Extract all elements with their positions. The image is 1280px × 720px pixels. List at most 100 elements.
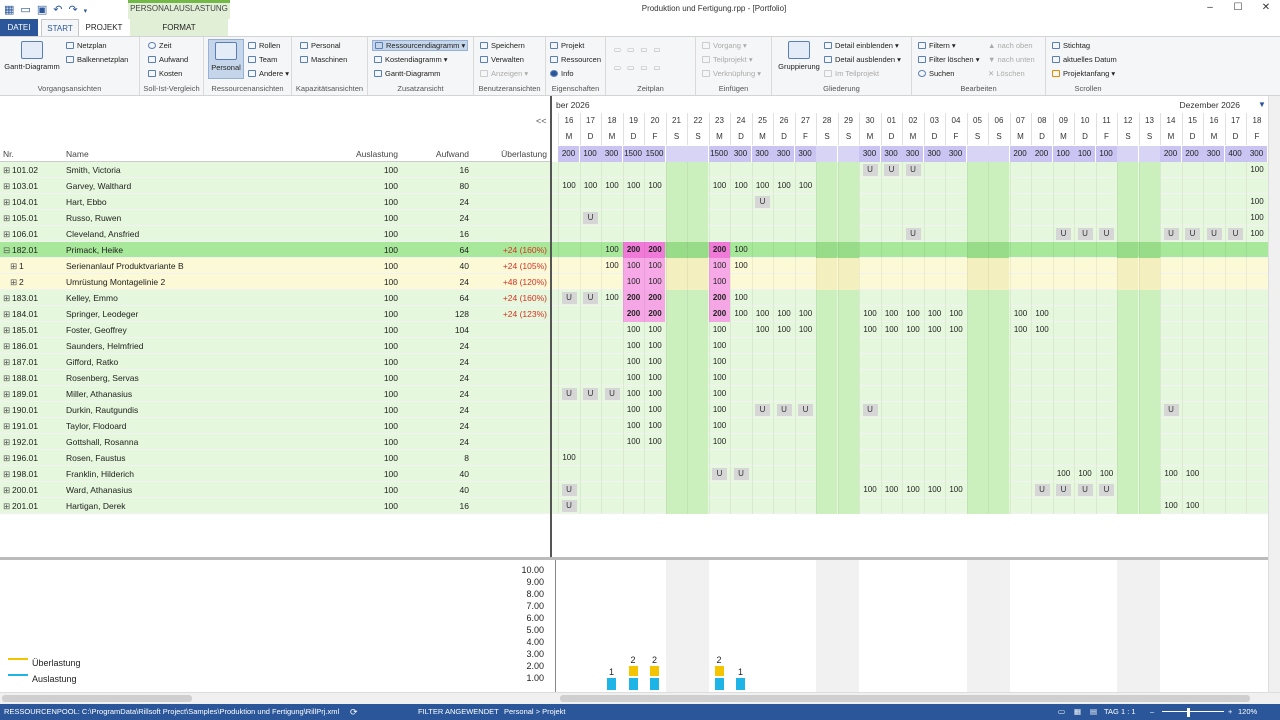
day-cell[interactable]: U (579, 210, 601, 226)
day-cell[interactable] (1181, 434, 1203, 450)
day-cell[interactable] (579, 418, 601, 434)
day-cell[interactable] (579, 226, 601, 242)
day-cell[interactable] (1203, 418, 1224, 434)
day-cell[interactable]: 100 (1009, 322, 1031, 338)
day-cell[interactable] (1117, 498, 1138, 514)
day-cell[interactable] (945, 290, 966, 306)
day-cell[interactable] (558, 194, 579, 210)
table-row[interactable]: ⊞ 187.01 Gifford, Ratko 100 24 100 100 100 (0, 354, 1268, 370)
day-cell[interactable] (880, 466, 902, 482)
day-cell[interactable] (751, 274, 773, 290)
day-cell[interactable] (837, 498, 859, 514)
day-cell[interactable] (1203, 450, 1224, 466)
expand-toggle-icon[interactable]: ⊞ (3, 210, 11, 226)
day-cell[interactable]: 100 (622, 354, 644, 370)
zus-gantt-button[interactable]: Gantt-Diagramm (374, 69, 440, 78)
day-cell[interactable] (579, 354, 601, 370)
view-grid-icon[interactable]: ▦ (1074, 707, 1081, 716)
day-cell[interactable] (1052, 354, 1074, 370)
day-cell[interactable] (1246, 450, 1267, 466)
day-cell[interactable] (1031, 258, 1052, 274)
table-row[interactable]: ⊞ 184.01 Springer, Leodeger 100 128 +24 (123%… (0, 306, 1268, 322)
day-cell[interactable] (923, 466, 945, 482)
projekt-props-button[interactable]: Projekt (550, 41, 584, 50)
day-cell[interactable] (1095, 370, 1117, 386)
day-cell[interactable] (880, 370, 902, 386)
day-cell[interactable] (773, 354, 794, 370)
day-cell[interactable] (1052, 178, 1074, 194)
day-cell[interactable]: 100 (880, 306, 902, 322)
day-cell[interactable] (923, 194, 945, 210)
day-cell[interactable] (1095, 242, 1117, 258)
day-cell[interactable]: 200 (644, 242, 665, 258)
day-cell[interactable] (1052, 322, 1074, 338)
day-cell[interactable] (1181, 194, 1203, 210)
day-cell[interactable] (1181, 290, 1203, 306)
day-cell[interactable] (1160, 242, 1181, 258)
day-cell[interactable] (751, 450, 773, 466)
day-cell[interactable] (966, 402, 988, 418)
day-cell[interactable] (1224, 402, 1246, 418)
day-cell[interactable] (902, 290, 923, 306)
day-cell[interactable] (601, 466, 622, 482)
day-cell[interactable]: 100 (558, 178, 579, 194)
day-cell[interactable] (859, 210, 880, 226)
table-row[interactable]: ⊞ 1 Serienanlauf Produktvariante B 100 40 +24… (0, 258, 1268, 274)
day-cell[interactable]: 200 (622, 242, 644, 258)
day-cell[interactable] (687, 258, 708, 274)
day-cell[interactable] (988, 274, 1009, 290)
day-cell[interactable] (1074, 354, 1095, 370)
day-cell[interactable]: 100 (644, 386, 665, 402)
day-cell[interactable] (1203, 306, 1224, 322)
day-cell[interactable] (687, 370, 708, 386)
day-cell[interactable] (837, 466, 859, 482)
day-cell[interactable] (966, 258, 988, 274)
day-cell[interactable] (751, 434, 773, 450)
day-cell[interactable]: 100 (751, 178, 773, 194)
day-cell[interactable] (773, 290, 794, 306)
day-cell[interactable] (1138, 226, 1160, 242)
day-cell[interactable]: 100 (708, 386, 730, 402)
day-cell[interactable] (859, 418, 880, 434)
day-cell[interactable] (1160, 210, 1181, 226)
day-cell[interactable] (687, 274, 708, 290)
day-cell[interactable]: 100 (751, 306, 773, 322)
stichtag-button[interactable]: Stichtag (1052, 41, 1090, 50)
day-cell[interactable] (1031, 290, 1052, 306)
timeline-day[interactable]: 19 (622, 113, 644, 129)
day-cell[interactable] (1181, 322, 1203, 338)
day-cell[interactable] (945, 418, 966, 434)
day-cell[interactable] (773, 386, 794, 402)
day-cell[interactable] (880, 450, 902, 466)
day-cell[interactable] (579, 258, 601, 274)
day-cell[interactable]: 100 (622, 434, 644, 450)
day-cell[interactable] (1203, 498, 1224, 514)
day-cell[interactable] (708, 450, 730, 466)
day-cell[interactable] (1095, 162, 1117, 178)
day-cell[interactable] (1160, 162, 1181, 178)
timeline-day[interactable]: 30 (859, 113, 880, 129)
day-cell[interactable] (816, 322, 837, 338)
day-cell[interactable] (773, 242, 794, 258)
insert-verknuepfung-button[interactable]: Verknüpfung ▾ (702, 69, 761, 78)
timeline-day[interactable]: 11 (1095, 113, 1117, 129)
day-cell[interactable] (1160, 322, 1181, 338)
refresh-icon[interactable]: ⟳ (350, 707, 358, 718)
day-cell[interactable] (1074, 178, 1095, 194)
day-cell[interactable] (880, 498, 902, 514)
day-cell[interactable] (1009, 482, 1031, 498)
day-cell[interactable] (1138, 162, 1160, 178)
zoom-slider-thumb[interactable] (1187, 708, 1190, 717)
day-cell[interactable]: U (558, 498, 579, 514)
day-cell[interactable] (1031, 162, 1052, 178)
day-cell[interactable] (794, 338, 816, 354)
day-cell[interactable] (579, 194, 601, 210)
day-cell[interactable] (1052, 434, 1074, 450)
day-cell[interactable]: 100 (644, 258, 665, 274)
day-cell[interactable] (751, 226, 773, 242)
day-cell[interactable] (601, 194, 622, 210)
zoom-slider[interactable] (1162, 711, 1224, 712)
day-cell[interactable] (902, 178, 923, 194)
day-cell[interactable] (773, 498, 794, 514)
day-cell[interactable] (923, 450, 945, 466)
